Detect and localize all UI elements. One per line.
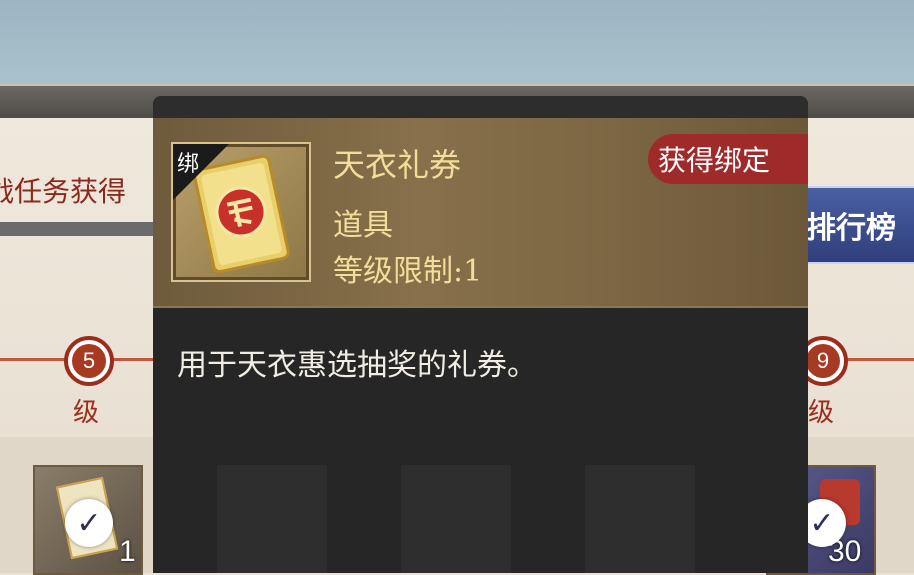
tooltip-top-bar — [153, 96, 808, 118]
item-name: 天衣礼券 — [333, 146, 462, 184]
item-level-limit: 等级限制:1 — [333, 254, 483, 289]
event-banner-text: 战任务获得 — [0, 175, 127, 208]
sky-background — [0, 0, 914, 86]
item-description: 用于天衣惠选抽奖的礼券。 — [177, 348, 537, 383]
item-icon-frame: 绑 — [171, 142, 311, 282]
reward-count: 1 — [119, 535, 136, 568]
bind-status-badge: 获得绑定 — [648, 134, 808, 184]
level-label: 级 — [73, 398, 100, 428]
bind-tag-text: 绑 — [177, 152, 200, 177]
faded-slot — [217, 465, 327, 573]
item-type: 道具 — [333, 208, 393, 243]
rank-button[interactable]: 排行榜 — [800, 186, 914, 264]
faded-slot — [401, 465, 511, 573]
item-tooltip: 绑 天衣礼券 获得绑定 道具 等级限制:1 用于天衣惠选抽奖的礼券。 — [153, 96, 808, 573]
level-number: 5 — [72, 344, 106, 378]
level-node-5[interactable]: 5 — [64, 336, 114, 386]
level-number: 9 — [806, 344, 840, 378]
faded-slot — [585, 465, 695, 573]
level-label: 级 — [808, 398, 835, 428]
claimed-check-icon: ✓ — [65, 499, 113, 547]
banner-divider — [0, 222, 160, 236]
